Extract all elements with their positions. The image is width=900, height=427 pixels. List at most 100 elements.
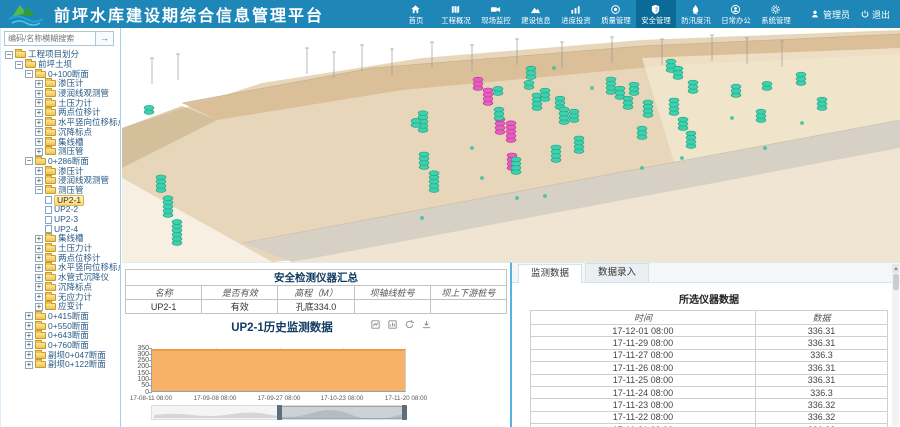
- monitoring-point-teal[interactable]: [796, 72, 806, 85]
- right-panel-scrollbar[interactable]: [892, 264, 899, 426]
- expander-icon[interactable]: −: [15, 61, 23, 69]
- monitoring-point-teal[interactable]: [163, 196, 173, 218]
- monitoring-point-teal[interactable]: [524, 80, 534, 89]
- datazoom-selected-range[interactable]: [279, 406, 406, 419]
- expander-icon[interactable]: +: [35, 119, 43, 127]
- monitoring-point-teal[interactable]: [731, 84, 741, 97]
- expander-icon[interactable]: +: [35, 138, 43, 146]
- monitoring-point-teal[interactable]: [551, 145, 561, 162]
- expander-icon[interactable]: +: [35, 264, 43, 272]
- nav-system-management[interactable]: 系统管理: [756, 0, 796, 28]
- chart-plot[interactable]: 350300250200150100500: [151, 348, 406, 392]
- expander-icon[interactable]: +: [35, 80, 43, 88]
- monitoring-point-teal[interactable]: [144, 105, 154, 114]
- nav-safety-management[interactable]: 安全管理: [636, 0, 676, 28]
- monitoring-point-teal[interactable]: [494, 107, 504, 120]
- expander-icon[interactable]: +: [25, 332, 33, 340]
- monitoring-point-magenta[interactable]: [506, 121, 516, 143]
- monitoring-point-teal[interactable]: [419, 152, 429, 169]
- monitoring-point-magenta[interactable]: [473, 77, 483, 90]
- tree-node[interactable]: −测压管: [1, 186, 120, 196]
- monitoring-point-teal[interactable]: [493, 86, 503, 95]
- tree-node[interactable]: −前坪土坝: [1, 60, 120, 70]
- monitoring-point-teal[interactable]: [526, 66, 536, 79]
- tab-data-entry[interactable]: 数据录入: [585, 263, 649, 282]
- expander-icon[interactable]: +: [25, 312, 33, 320]
- expander-icon[interactable]: +: [35, 128, 43, 136]
- current-user[interactable]: 管理员: [810, 8, 850, 21]
- expander-icon[interactable]: +: [35, 99, 43, 107]
- monitoring-point-teal[interactable]: [686, 131, 696, 148]
- expander-icon[interactable]: −: [25, 157, 33, 165]
- scrollbar-up-arrow-icon[interactable]: [892, 264, 899, 273]
- tree-node[interactable]: +沉降标点: [1, 128, 120, 138]
- 3d-model-view[interactable]: [122, 28, 900, 262]
- expander-icon[interactable]: +: [35, 167, 43, 175]
- expander-icon[interactable]: −: [35, 186, 43, 194]
- nav-project-overview[interactable]: 工程概况: [436, 0, 476, 28]
- monitoring-point-teal[interactable]: [429, 171, 439, 193]
- monitoring-point-teal[interactable]: [156, 175, 166, 192]
- expander-icon[interactable]: +: [35, 303, 43, 311]
- expander-icon[interactable]: +: [35, 177, 43, 185]
- tree-node[interactable]: +0+760断面: [1, 341, 120, 351]
- nav-quality-management[interactable]: 质量管理: [596, 0, 636, 28]
- tab-monitoring-data[interactable]: 监测数据: [518, 264, 582, 283]
- expander-icon[interactable]: −: [5, 51, 13, 59]
- magictype-bar-icon[interactable]: [387, 319, 398, 330]
- logout-button[interactable]: 退出: [860, 8, 890, 21]
- tree-node[interactable]: UP2-3: [1, 215, 120, 225]
- expander-icon[interactable]: +: [35, 109, 43, 117]
- monitoring-point-teal[interactable]: [172, 220, 182, 246]
- monitoring-point-teal[interactable]: [623, 96, 633, 109]
- tree-node[interactable]: +0+415断面: [1, 312, 120, 322]
- monitoring-point-teal[interactable]: [511, 157, 521, 174]
- monitoring-point-teal[interactable]: [688, 80, 698, 93]
- expander-icon[interactable]: +: [25, 341, 33, 349]
- datazoom-left-handle[interactable]: [277, 405, 282, 420]
- save-image-icon[interactable]: [421, 319, 432, 330]
- monitoring-point-teal[interactable]: [559, 107, 569, 124]
- nav-site-monitoring[interactable]: 现场监控: [476, 0, 516, 28]
- monitoring-point-teal[interactable]: [606, 77, 616, 94]
- tree-search-button[interactable]: →: [96, 31, 114, 46]
- monitoring-point-teal[interactable]: [817, 97, 827, 110]
- monitoring-point-teal[interactable]: [540, 88, 550, 101]
- tree-node[interactable]: +沉降标点: [1, 283, 120, 293]
- monitoring-point-teal[interactable]: [673, 66, 683, 79]
- monitoring-point-teal[interactable]: [574, 136, 584, 153]
- monitoring-point-teal[interactable]: [569, 109, 579, 122]
- expander-icon[interactable]: −: [25, 70, 33, 78]
- magictype-line-icon[interactable]: [370, 319, 381, 330]
- nav-construction-info[interactable]: 建设信息: [516, 0, 556, 28]
- scrollbar-thumb[interactable]: [893, 274, 899, 290]
- nav-flood-control[interactable]: 防汛度汛: [676, 0, 716, 28]
- expander-icon[interactable]: +: [35, 274, 43, 282]
- datazoom-slider[interactable]: [151, 405, 406, 420]
- expander-icon[interactable]: +: [35, 283, 43, 291]
- monitoring-point-teal[interactable]: [643, 100, 653, 117]
- expander-icon[interactable]: +: [35, 90, 43, 98]
- datazoom-right-handle[interactable]: [402, 405, 407, 420]
- monitoring-point-magenta[interactable]: [483, 88, 493, 105]
- tree-node[interactable]: +土压力计: [1, 244, 120, 254]
- expander-icon[interactable]: +: [25, 361, 33, 369]
- monitoring-point-teal[interactable]: [678, 117, 688, 130]
- expander-icon[interactable]: +: [25, 351, 33, 359]
- tree-search-input[interactable]: [4, 31, 96, 46]
- monitoring-point-teal[interactable]: [411, 118, 421, 127]
- expander-icon[interactable]: +: [25, 322, 33, 330]
- nav-daily-office[interactable]: 日常办公: [716, 0, 756, 28]
- monitoring-point-teal[interactable]: [762, 81, 772, 90]
- expander-icon[interactable]: +: [35, 254, 43, 262]
- expander-icon[interactable]: +: [35, 293, 43, 301]
- expander-icon[interactable]: +: [35, 245, 43, 253]
- tree-node[interactable]: −0+286断面: [1, 157, 120, 167]
- monitoring-point-teal[interactable]: [756, 109, 766, 122]
- expander-icon[interactable]: +: [35, 235, 43, 243]
- monitoring-point-teal[interactable]: [637, 126, 647, 139]
- nav-home[interactable]: 首页: [396, 0, 436, 28]
- monitoring-point-teal[interactable]: [669, 98, 679, 115]
- restore-icon[interactable]: [404, 319, 415, 330]
- tree-node[interactable]: +浸润线观测管: [1, 89, 120, 99]
